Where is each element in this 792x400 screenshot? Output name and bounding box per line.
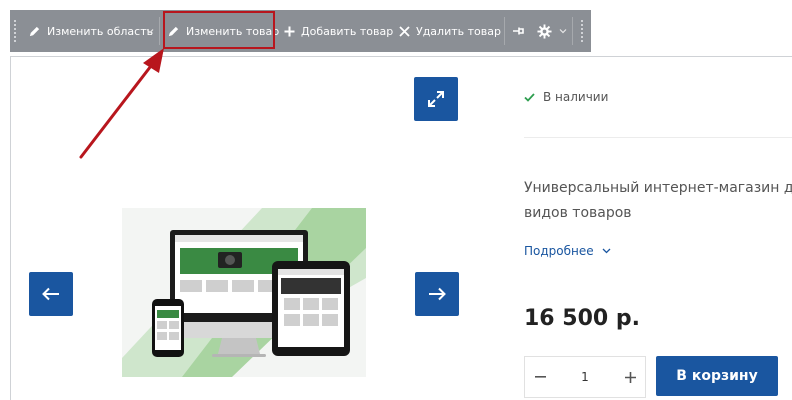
admin-toolbar: Изменить область Изменить товар Добавить… <box>10 10 591 52</box>
content-frame-top <box>10 56 792 57</box>
checkmark-icon <box>524 92 535 102</box>
fullscreen-button[interactable] <box>414 77 458 121</box>
product-price: 16 500 р. <box>524 306 640 331</box>
chevron-down-icon <box>602 248 611 254</box>
edit-area-label: Изменить область <box>47 24 154 38</box>
plus-icon <box>284 26 295 36</box>
pin-icon <box>513 27 524 35</box>
add-to-cart-button[interactable]: В корзину <box>656 356 778 396</box>
toolbar-separator <box>159 17 160 45</box>
quantity-stepper <box>524 356 646 398</box>
quantity-input[interactable] <box>555 357 615 397</box>
info-divider <box>524 137 792 138</box>
settings-button[interactable] <box>537 10 558 52</box>
more-details-label: Подробнее <box>524 244 594 258</box>
product-description: Универсальный интернет-магазин д видов т… <box>524 176 792 226</box>
delete-product-label: Удалить товар <box>416 24 501 38</box>
quantity-decrease-button[interactable] <box>525 357 555 397</box>
plus-icon <box>624 371 636 383</box>
close-icon <box>399 25 410 37</box>
description-line: видов товаров <box>524 205 632 221</box>
arrow-left-icon <box>42 287 59 301</box>
edit-product-button[interactable]: Изменить товар <box>167 10 279 52</box>
toolbar-separator <box>504 17 505 45</box>
toolbar-drag-handle[interactable] <box>13 19 17 43</box>
product-image <box>122 208 366 377</box>
stock-status-label: В наличии <box>543 90 609 104</box>
arrow-right-icon <box>429 287 446 301</box>
chevron-down-icon <box>559 29 567 34</box>
add-product-label: Добавить товар <box>301 24 394 38</box>
stock-status: В наличии <box>524 90 608 104</box>
pencil-icon <box>29 26 40 36</box>
chevron-down-icon <box>146 29 154 34</box>
add-product-button[interactable]: Добавить товар <box>284 10 393 52</box>
edit-area-button[interactable]: Изменить область <box>28 10 153 52</box>
edit-product-label: Изменить товар <box>186 24 280 38</box>
next-image-button[interactable] <box>415 272 459 316</box>
toolbar-separator <box>572 17 573 45</box>
pencil-icon <box>168 26 179 36</box>
toolbar-drag-handle[interactable] <box>580 19 584 43</box>
expand-icon <box>428 91 444 107</box>
prev-image-button[interactable] <box>29 272 73 316</box>
gear-icon <box>537 23 552 39</box>
minus-icon <box>534 376 546 378</box>
content-frame-left <box>10 56 11 400</box>
edit-area-dropdown[interactable] <box>146 10 154 52</box>
pin-toolbar-button[interactable] <box>513 10 531 52</box>
settings-dropdown[interactable] <box>559 10 567 52</box>
delete-product-button[interactable]: Удалить товар <box>399 10 501 52</box>
more-details-link[interactable]: Подробнее <box>524 244 611 258</box>
quantity-increase-button[interactable] <box>615 357 645 397</box>
description-line: Универсальный интернет-магазин д <box>524 180 792 196</box>
